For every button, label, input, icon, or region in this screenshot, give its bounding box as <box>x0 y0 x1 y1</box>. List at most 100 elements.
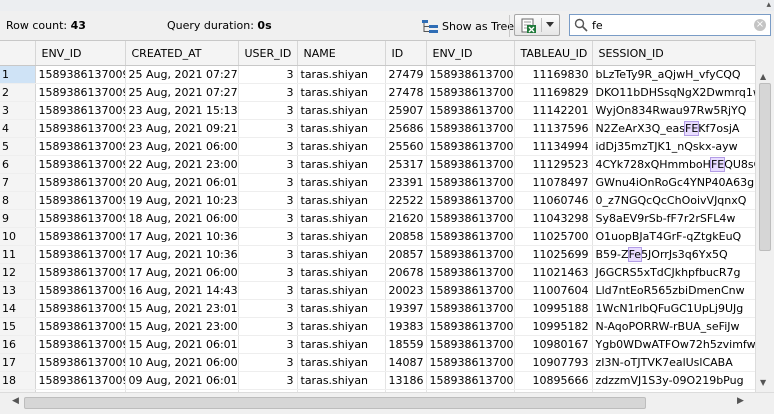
column-header[interactable]: SESSION_ID <box>592 41 756 66</box>
table-row[interactable]: 1 1589386137009 25 Aug, 2021 07:27 3 taras.s… <box>0 65 756 84</box>
table-row[interactable]: 18 1589386137009 09 Aug, 2021 06:01 3 taras.… <box>0 371 756 390</box>
grid-cell[interactable]: 11137596 <box>514 119 593 138</box>
table-row[interactable]: 11 1589386137009 17 Aug, 2021 10:36 3 taras.… <box>0 245 756 264</box>
grid-cell[interactable]: 16 Aug, 2021 14:43 <box>125 281 239 300</box>
scroll-left-icon[interactable]: ◀ <box>12 396 19 406</box>
column-header[interactable]: NAME <box>297 41 386 66</box>
grid-cell[interactable]: 3 <box>238 263 298 282</box>
grid-cell[interactable]: 1589386137009 <box>35 263 126 282</box>
row-number-cell[interactable]: 11 <box>0 245 36 264</box>
table-row[interactable]: 5 1589386137009 23 Aug, 2021 06:00 3 taras.s… <box>0 137 756 156</box>
grid-cell[interactable]: 17 Aug, 2021 10:36 <box>125 227 239 246</box>
grid-cell[interactable]: 1589386137009 <box>426 83 515 102</box>
grid-cell[interactable]: 10895666 <box>514 371 593 390</box>
grid-cell[interactable]: 1589386137009 <box>35 353 126 372</box>
grid-cell[interactable]: 1589386137009 <box>426 281 515 300</box>
grid-cell[interactable]: 23 Aug, 2021 06:00 <box>125 137 239 156</box>
grid-cell[interactable]: 1589386137009 <box>426 209 515 228</box>
grid-cell[interactable]: 1589386137009 <box>35 209 126 228</box>
grid-cell[interactable]: DKO11bDHSsqNgX2Dwmrq1w <box>592 83 756 102</box>
grid-cell[interactable]: 15 Aug, 2021 23:00 <box>125 317 239 336</box>
grid-cell[interactable]: 3 <box>238 209 298 228</box>
grid-cell[interactable]: 1589386137009 <box>426 173 515 192</box>
grid-cell[interactable]: 20678 <box>385 263 427 282</box>
horizontal-scroll-thumb[interactable] <box>24 397 646 409</box>
grid-cell[interactable]: bLzTeTy9R_aQjwH_vfyCQQ <box>592 65 756 84</box>
search-input[interactable] <box>592 17 742 33</box>
grid-cell[interactable]: 23391 <box>385 173 427 192</box>
grid-cell[interactable]: 1589386137009 <box>426 137 515 156</box>
table-row[interactable]: 9 1589386137009 18 Aug, 2021 06:00 3 taras.s… <box>0 209 756 228</box>
grid-cell[interactable]: 17 Aug, 2021 06:00 <box>125 263 239 282</box>
table-row[interactable]: 13 1589386137009 16 Aug, 2021 14:43 3 taras.… <box>0 281 756 300</box>
grid-cell[interactable]: 23 Aug, 2021 15:13 <box>125 101 239 120</box>
grid-cell[interactable]: 23 Aug, 2021 09:21 <box>125 119 239 138</box>
grid-cell[interactable]: 1589386137009 <box>426 335 515 354</box>
grid-cell[interactable]: 1589386137009 <box>35 281 126 300</box>
table-row[interactable]: 10 1589386137009 17 Aug, 2021 10:36 3 taras.… <box>0 227 756 246</box>
grid-cell[interactable]: taras.shiyan <box>297 281 386 300</box>
table-row[interactable]: 12 1589386137009 17 Aug, 2021 06:00 3 taras.… <box>0 263 756 282</box>
grid-cell[interactable]: 11007604 <box>514 281 593 300</box>
grid-cell[interactable]: 25317 <box>385 155 427 174</box>
vertical-scrollbar[interactable]: ▲ ▼ <box>755 40 774 392</box>
table-row[interactable]: 8 1589386137009 19 Aug, 2021 10:23 3 taras.s… <box>0 191 756 210</box>
search-field[interactable]: × <box>569 14 771 36</box>
grid-cell[interactable]: 1589386137009 <box>35 191 126 210</box>
grid-cell[interactable]: 27478 <box>385 83 427 102</box>
grid-cell[interactable]: 4CYk728xQHmmboHFEQU8sQ <box>592 155 756 174</box>
grid-cell[interactable]: 3 <box>238 155 298 174</box>
grid-cell[interactable]: taras.shiyan <box>297 137 386 156</box>
grid-cell[interactable]: 11169830 <box>514 65 593 84</box>
grid-cell[interactable]: 10995188 <box>514 299 593 318</box>
column-header[interactable]: TABLEAU_ID <box>514 41 593 66</box>
grid-cell[interactable]: 1589386137009 <box>426 245 515 264</box>
grid-cell[interactable]: 25560 <box>385 137 427 156</box>
grid-cell[interactable]: 1589386137009 <box>426 227 515 246</box>
horizontal-scrollbar[interactable]: ◀ ▶ <box>0 392 774 414</box>
collapse-chevron-icon[interactable]: ▴ <box>766 0 771 10</box>
grid-cell[interactable]: 20 Aug, 2021 06:01 <box>125 173 239 192</box>
grid-cell[interactable]: taras.shiyan <box>297 317 386 336</box>
grid-cell[interactable]: 20858 <box>385 227 427 246</box>
grid-cell[interactable]: 10995182 <box>514 317 593 336</box>
grid-cell[interactable]: GWnu4iOnRoGc4YNP40A63g <box>592 173 756 192</box>
grid-cell[interactable]: 1589386137009 <box>35 317 126 336</box>
grid-cell[interactable]: 17 Aug, 2021 10:36 <box>125 245 239 264</box>
grid-cell[interactable]: 3 <box>238 191 298 210</box>
table-row[interactable]: 14 1589386137009 15 Aug, 2021 23:01 3 taras.… <box>0 299 756 318</box>
grid-cell[interactable]: 3 <box>238 371 298 390</box>
grid-cell[interactable]: 10980167 <box>514 335 593 354</box>
grid-cell[interactable]: 3 <box>238 101 298 120</box>
table-row[interactable]: 7 1589386137009 20 Aug, 2021 06:01 3 taras.s… <box>0 173 756 192</box>
row-number-cell[interactable]: 6 <box>0 155 36 174</box>
grid-cell[interactable]: 1589386137009 <box>35 65 126 84</box>
grid-cell[interactable]: 1589386137009 <box>426 191 515 210</box>
grid-cell[interactable]: N2ZeArX3Q_easFEKf7osjA <box>592 119 756 138</box>
grid-cell[interactable]: 22 Aug, 2021 23:00 <box>125 155 239 174</box>
table-row[interactable]: 6 1589386137009 22 Aug, 2021 23:00 3 taras.s… <box>0 155 756 174</box>
grid-cell[interactable]: idDj35mzTJK1_nQskx-ayw <box>592 137 756 156</box>
grid-cell[interactable]: 18559 <box>385 335 427 354</box>
grid-cell[interactable]: 18 Aug, 2021 06:00 <box>125 209 239 228</box>
grid-cell[interactable]: 14087 <box>385 353 427 372</box>
grid-cell[interactable]: 3 <box>238 353 298 372</box>
chevron-down-icon[interactable] <box>546 22 554 27</box>
grid-cell[interactable]: 1589386137009 <box>35 245 126 264</box>
grid-cell[interactable]: 1589386137009 <box>35 227 126 246</box>
grid-cell[interactable]: 21620 <box>385 209 427 228</box>
grid-cell[interactable]: taras.shiyan <box>297 83 386 102</box>
show-as-tree-button[interactable]: Show as Tree <box>417 15 519 38</box>
grid-cell[interactable]: 11043298 <box>514 209 593 228</box>
grid-cell[interactable]: 15 Aug, 2021 06:01 <box>125 335 239 354</box>
row-number-cell[interactable]: 7 <box>0 173 36 192</box>
scroll-right-icon[interactable]: ▶ <box>737 396 744 406</box>
row-number-cell[interactable]: 17 <box>0 353 36 372</box>
grid-cell[interactable]: 3 <box>238 245 298 264</box>
row-number-cell[interactable]: 8 <box>0 191 36 210</box>
grid-cell[interactable]: 0_z7NGQcQcChOoivVJqnxQ <box>592 191 756 210</box>
grid-cell[interactable]: 11169829 <box>514 83 593 102</box>
grid-cell[interactable]: Lld7ntEoR565zbiDmenCnw <box>592 281 756 300</box>
grid-cell[interactable]: 3 <box>238 119 298 138</box>
grid-cell[interactable]: 1589386137009 <box>426 119 515 138</box>
